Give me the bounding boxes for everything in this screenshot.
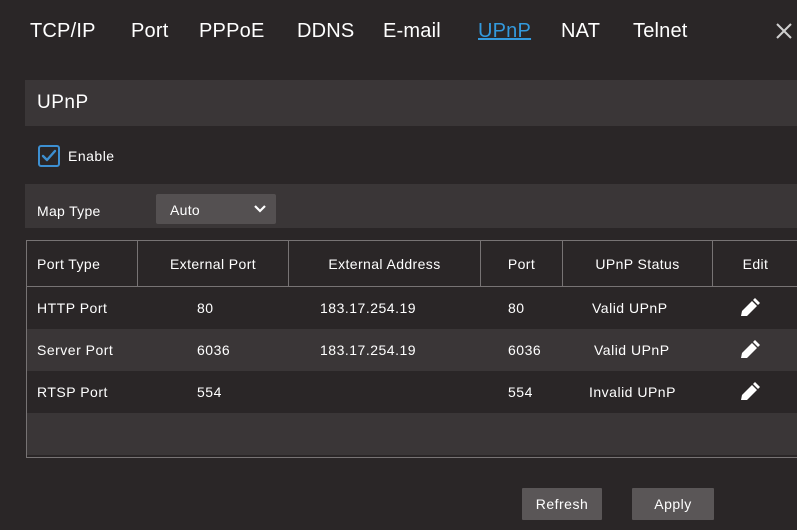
enable-checkbox[interactable]	[38, 145, 60, 167]
cell-port-type: HTTP Port	[37, 300, 108, 316]
header-port-type: Port Type	[37, 255, 101, 272]
cell-port-type: RTSP Port	[37, 384, 108, 400]
pencil-icon[interactable]	[739, 298, 761, 318]
cell-port-type: Server Port	[37, 342, 114, 358]
header-external-port: External Port	[169, 255, 257, 272]
refresh-button[interactable]: Refresh	[522, 488, 602, 520]
cell-upnp-status: Valid UPnP	[592, 300, 668, 316]
cell-upnp-status: Invalid UPnP	[589, 384, 676, 400]
table-row[interactable]: RTSP Port 554 554 Invalid UPnP	[27, 371, 797, 413]
cell-external-port: 554	[197, 384, 222, 400]
cell-upnp-status: Valid UPnP	[594, 342, 670, 358]
close-icon[interactable]	[775, 22, 793, 40]
tab-telnet[interactable]: Telnet	[633, 20, 688, 43]
upnp-table: Port Type External Port External Address…	[26, 240, 797, 458]
table-row[interactable]: Server Port 6036 183.17.254.19 6036 Vali…	[27, 329, 797, 371]
cell-port: 554	[508, 384, 533, 400]
table-row-empty	[27, 413, 797, 455]
tab-email[interactable]: E-mail	[383, 20, 441, 43]
pencil-icon[interactable]	[739, 382, 761, 402]
tab-port[interactable]: Port	[131, 20, 168, 43]
tab-bar: TCP/IP Port PPPoE DDNS E-mail UPnP NAT T…	[0, 0, 797, 62]
map-type-row: Map Type Auto	[25, 184, 797, 228]
header-external-address: External Address	[328, 255, 441, 272]
checkmark-icon	[41, 149, 57, 162]
cell-external-address: 183.17.254.19	[320, 342, 417, 358]
map-type-value: Auto	[170, 202, 200, 218]
table-row[interactable]: HTTP Port 80 183.17.254.19 80 Valid UPnP	[27, 287, 797, 329]
section-header: UPnP	[25, 80, 797, 126]
section-title: UPnP	[37, 92, 89, 113]
tab-pppoe[interactable]: PPPoE	[199, 20, 264, 43]
header-port: Port	[507, 255, 536, 272]
map-type-select[interactable]: Auto	[156, 194, 276, 224]
tab-upnp[interactable]: UPnP	[478, 20, 531, 43]
header-edit: Edit	[742, 255, 769, 272]
chevron-down-icon	[254, 205, 266, 213]
cell-port: 6036	[508, 342, 542, 358]
cell-external-address: 183.17.254.19	[320, 300, 417, 316]
cell-external-port: 6036	[197, 342, 231, 358]
tab-tcpip[interactable]: TCP/IP	[30, 20, 96, 43]
tab-nat[interactable]: NAT	[561, 20, 600, 43]
cell-external-port: 80	[197, 300, 214, 316]
table-header: Port Type External Port External Address…	[27, 241, 797, 287]
pencil-icon[interactable]	[739, 340, 761, 360]
tab-ddns[interactable]: DDNS	[297, 20, 354, 43]
cell-port: 80	[508, 300, 525, 316]
header-upnp-status: UPnP Status	[595, 255, 680, 272]
map-type-label: Map Type	[37, 203, 101, 219]
apply-button[interactable]: Apply	[632, 488, 714, 520]
enable-label: Enable	[68, 148, 115, 164]
